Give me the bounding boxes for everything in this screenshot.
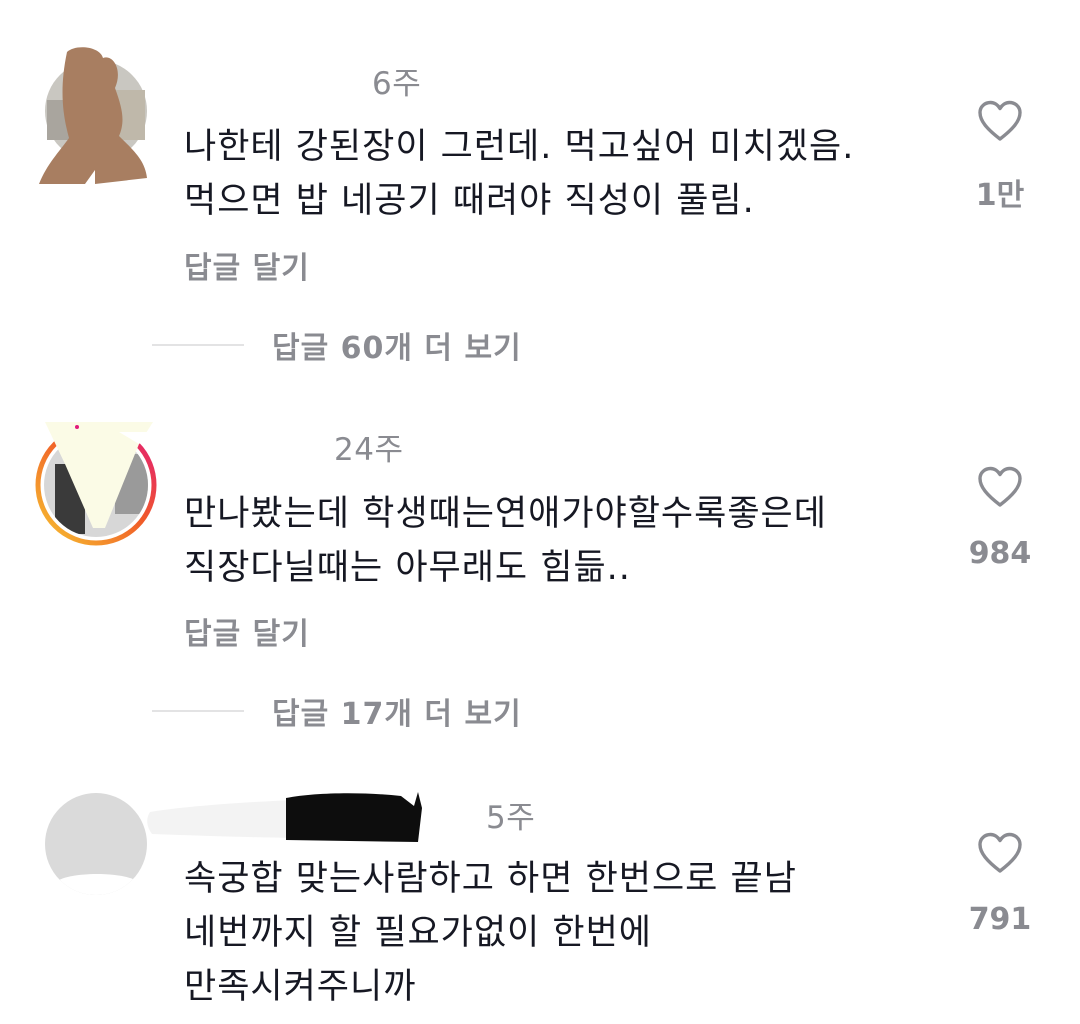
comment-text-line: 만나봤는데 학생때는연애가야할수록좋은데 xyxy=(184,494,827,534)
user-avatar[interactable] xyxy=(45,793,147,895)
replies-divider-line xyxy=(152,710,244,712)
heart-outline-icon xyxy=(978,466,1022,507)
comment-text-line: 속궁합 맞는사람하고 하면 한번으로 끝남 xyxy=(184,859,797,899)
comment-item: 5주 속궁합 맞는사람하고 하면 한번으로 끝남 네번까지 할 필요가없이 한번… xyxy=(0,0,1080,1007)
like-count: 984 xyxy=(968,536,1032,571)
user-avatar[interactable] xyxy=(35,422,157,546)
comment-text-line: 네번까지 할 필요가없이 한번에 xyxy=(184,913,652,953)
like-button[interactable]: 984 xyxy=(960,466,1040,571)
comment-text-line: 만족시켜주니까 xyxy=(184,967,417,1007)
like-button[interactable]: 791 xyxy=(960,832,1040,937)
comment-text: 만나봤는데 학생때는연애가야할수록좋은데 직장다닐때는 아무래도 힘듦.. xyxy=(184,487,827,595)
username-redaction-mark xyxy=(147,792,422,842)
view-more-replies-label: 답글 17개 더 보기 xyxy=(272,697,522,732)
avatar-default-image xyxy=(45,793,147,895)
view-more-replies-button[interactable]: 답글 17개 더 보기 xyxy=(152,691,522,732)
comment-timestamp: 24주 xyxy=(334,432,404,468)
like-count: 791 xyxy=(968,902,1032,937)
comment-text-line: 직장다닐때는 아무래도 힘듦.. xyxy=(184,548,631,588)
reply-button[interactable]: 답글 달기 xyxy=(184,609,310,653)
heart-outline-icon xyxy=(978,832,1022,873)
comment-timestamp: 5주 xyxy=(486,800,536,836)
avatar-story-ring-image xyxy=(35,422,157,546)
comment-text: 속궁합 맞는사람하고 하면 한번으로 끝남 네번까지 할 필요가없이 한번에 만… xyxy=(184,852,797,1014)
